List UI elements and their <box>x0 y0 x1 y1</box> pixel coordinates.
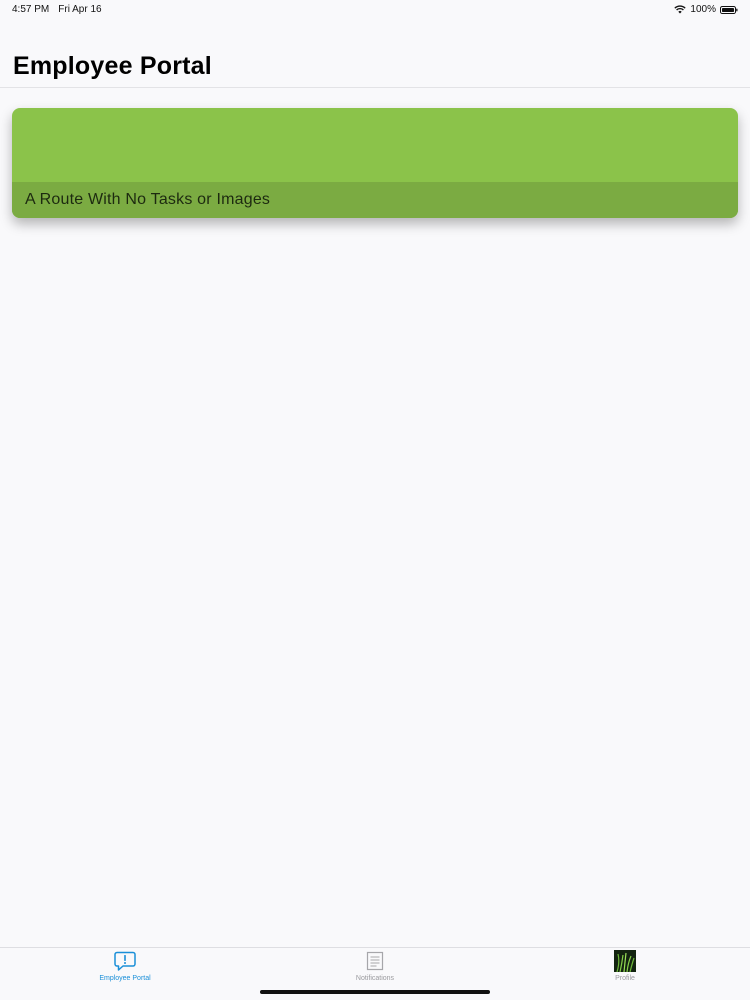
route-card[interactable]: A Route With No Tasks or Images <box>12 108 738 218</box>
message-alert-icon <box>114 951 136 971</box>
route-card-caption: A Route With No Tasks or Images <box>12 182 738 218</box>
page-title: Employee Portal <box>13 52 212 80</box>
tab-label-notifications: Notifications <box>355 975 395 982</box>
home-indicator <box>260 990 490 994</box>
wifi-icon <box>674 5 687 14</box>
tab-notifications[interactable]: Notifications <box>305 950 445 988</box>
status-time: 4:57 PM <box>12 4 50 15</box>
tab-employee-portal[interactable]: Employee Portal <box>55 950 195 988</box>
tab-bar: Employee Portal Notifications Profile <box>0 947 750 1000</box>
battery-icon <box>720 5 738 14</box>
status-date: Fri Apr 16 <box>58 4 102 15</box>
route-card-title: A Route With No Tasks or Images <box>25 191 271 208</box>
tab-label-employee-portal: Employee Portal <box>99 975 151 982</box>
tab-label-profile: Profile <box>615 975 635 982</box>
navigation-header: Employee Portal <box>0 40 750 88</box>
app-screen: 4:57 PM Fri Apr 16 100% Employee Portal … <box>0 0 750 1000</box>
battery-percent: 100% <box>690 4 716 15</box>
document-icon <box>366 951 384 971</box>
tab-profile[interactable]: Profile <box>555 950 695 988</box>
status-bar: 4:57 PM Fri Apr 16 100% <box>0 0 750 20</box>
profile-image <box>614 950 636 972</box>
